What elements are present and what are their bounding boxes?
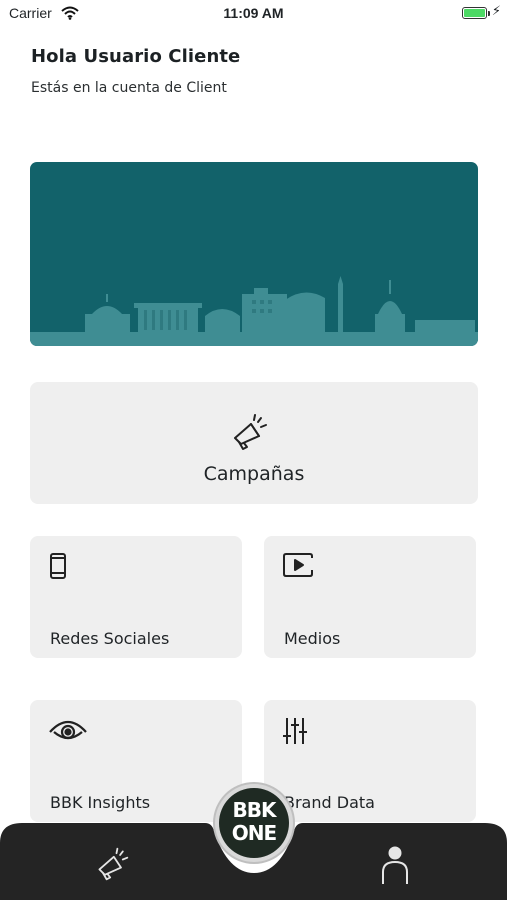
battery-icon — [462, 7, 487, 19]
account-subtitle: Estás en la cuenta de Client — [31, 80, 227, 96]
social-networks-tile[interactable]: Redes Sociales — [30, 536, 242, 658]
tab-profile-icon[interactable] — [380, 846, 410, 890]
logo-line-2: ONE — [231, 821, 277, 845]
megaphone-icon — [229, 412, 269, 456]
brand-data-label: Brand Data — [284, 793, 375, 812]
media-label: Medios — [284, 629, 341, 648]
phone-icon — [48, 552, 68, 584]
hero-banner — [30, 162, 478, 346]
brand-data-tile[interactable]: Brand Data — [264, 700, 476, 822]
sliders-icon — [282, 716, 308, 750]
insights-label: BBK Insights — [50, 793, 151, 812]
tab-campaigns-megaphone-icon[interactable] — [94, 846, 130, 886]
battery-tip — [488, 11, 490, 16]
campaigns-label: Campañas — [203, 463, 305, 485]
insights-tile[interactable]: BBK Insights — [30, 700, 242, 822]
skyline-illustration — [30, 276, 478, 346]
status-bar: Carrier 11:09 AM ⚡ — [0, 0, 507, 28]
campaigns-tile[interactable]: Campañas — [30, 382, 478, 504]
greeting-title: Hola Usuario Cliente — [31, 46, 241, 67]
play-screen-icon — [282, 552, 316, 584]
bbk-one-home-button[interactable]: BBK ONE — [219, 788, 289, 858]
logo-line-1: BBK — [232, 798, 277, 822]
social-networks-label: Redes Sociales — [50, 629, 170, 648]
clock: 11:09 AM — [223, 5, 284, 21]
media-tile[interactable]: Medios — [264, 536, 476, 658]
charging-icon: ⚡ — [491, 4, 501, 19]
eye-icon — [48, 716, 88, 748]
